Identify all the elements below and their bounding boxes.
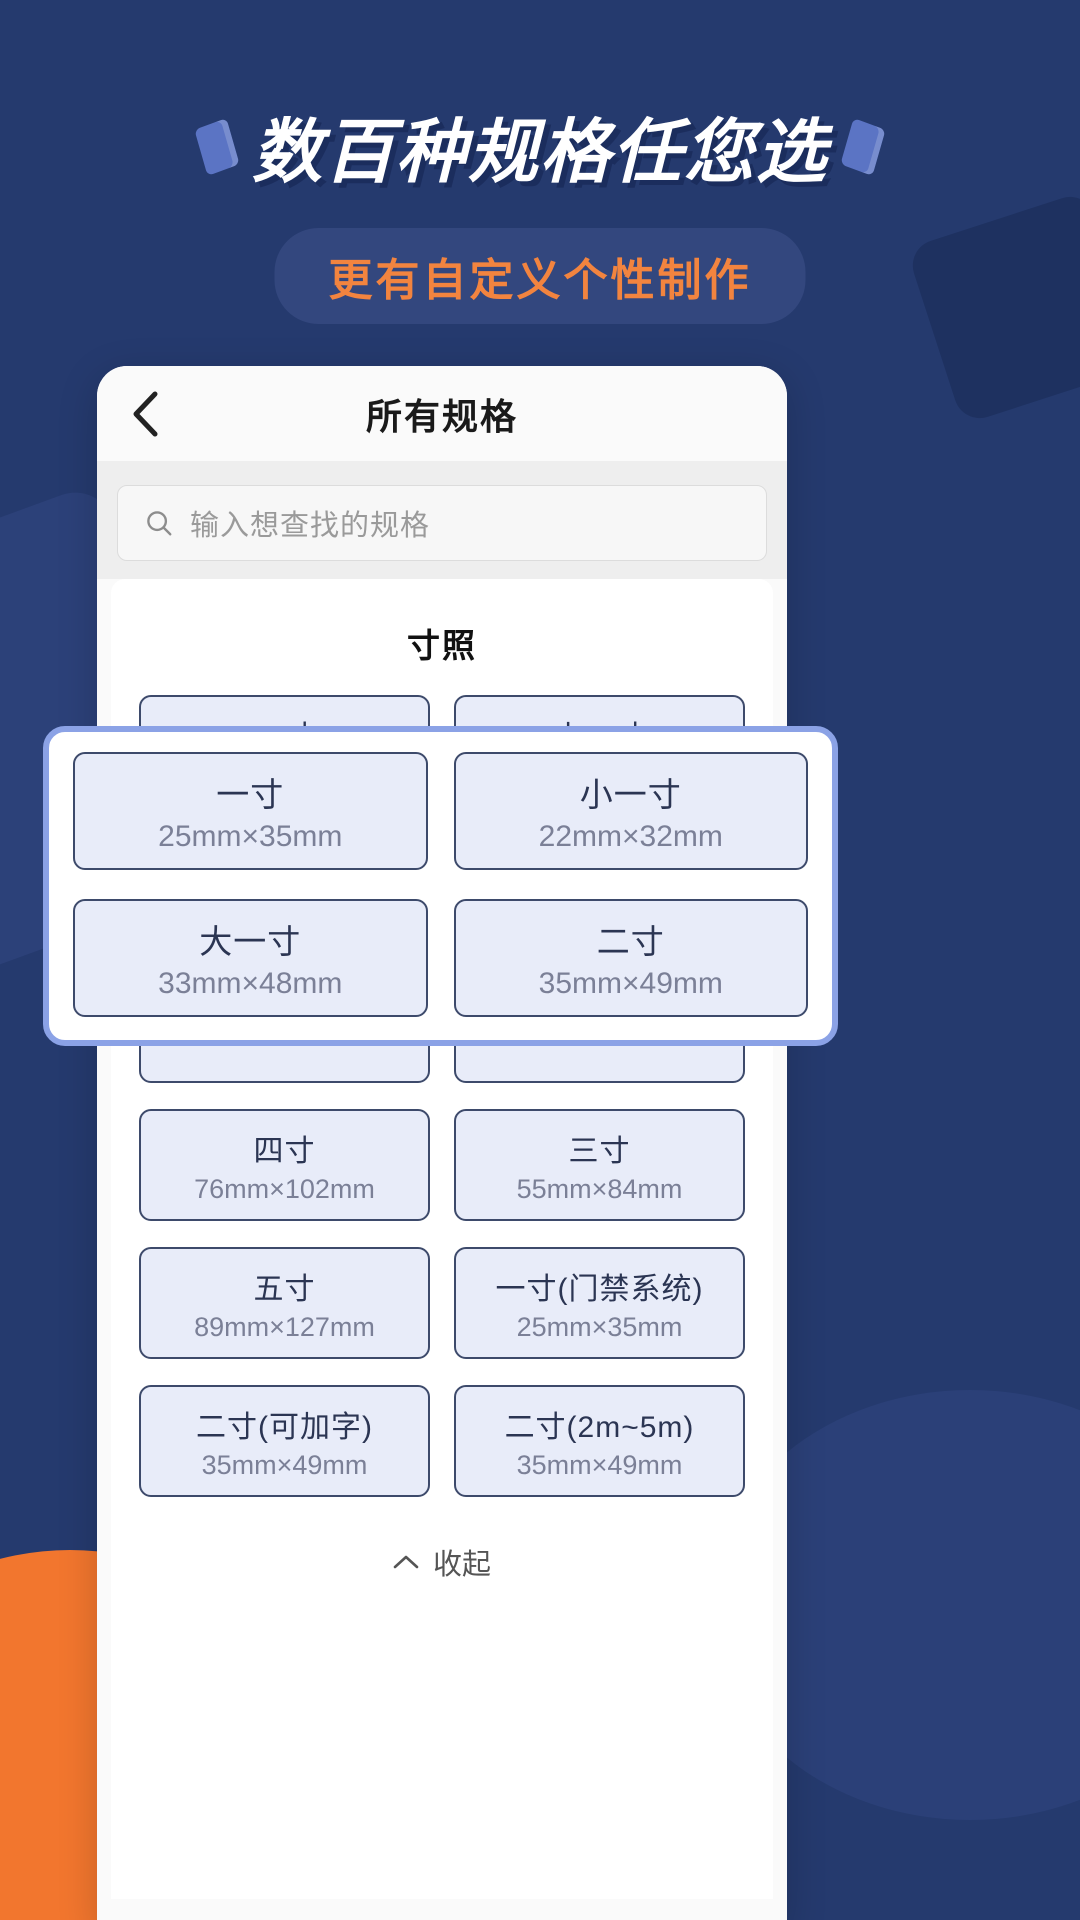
back-button[interactable]	[125, 391, 165, 436]
promo-headline-row: 数百种规格任您选	[0, 96, 1080, 197]
bg-shape-top-right	[906, 190, 1080, 425]
spec-name: 二寸(可加字)	[196, 1410, 373, 1444]
search-input[interactable]: 输入想查找的规格	[117, 485, 767, 561]
spec-name: 一寸(门禁系统)	[495, 1272, 704, 1306]
collapse-label: 收起	[432, 1549, 491, 1581]
spec-cell[interactable]: 三寸 55mm×84mm	[454, 1109, 745, 1221]
spec-size: 35mm×49mm	[516, 1449, 683, 1480]
highlight-spec-cell[interactable]: 一寸 25mm×35mm	[73, 752, 428, 870]
spec-size: 22mm×32mm	[538, 820, 723, 853]
spec-cell[interactable]: 二寸(2m~5m) 35mm×49mm	[454, 1385, 745, 1497]
spec-size: 76mm×102mm	[194, 1173, 375, 1204]
spec-size: 35mm×49mm	[538, 967, 723, 1000]
spec-name: 四寸	[253, 1134, 316, 1168]
search-placeholder: 输入想查找的规格	[190, 510, 431, 542]
highlight-spec-cell[interactable]: 二寸 35mm×49mm	[453, 899, 808, 1017]
spec-size: 33mm×48mm	[158, 967, 343, 1000]
chevron-up-icon	[393, 1555, 419, 1569]
spec-name: 小一寸	[579, 776, 682, 813]
spec-name: 三寸	[568, 1134, 631, 1168]
promo-subtitle: 更有自定义个性制作	[274, 228, 806, 324]
phone-screenshot: 所有规格 输入想查找的规格 寸照 一寸 25mm×35mm 小一寸 22mm×3…	[97, 366, 787, 1920]
spec-name: 二寸	[596, 923, 665, 960]
spec-cell[interactable]: 五寸 89mm×127mm	[139, 1247, 430, 1359]
spec-size: 89mm×127mm	[194, 1311, 375, 1342]
decorative-card-right-icon	[840, 117, 886, 176]
page-title: 所有规格	[365, 395, 518, 437]
highlight-callout: 一寸 25mm×35mm 小一寸 22mm×32mm 大一寸 33mm×48mm…	[43, 726, 838, 1046]
spec-cell[interactable]: 四寸 76mm×102mm	[139, 1109, 430, 1221]
highlight-spec-cell[interactable]: 大一寸 33mm×48mm	[73, 899, 428, 1017]
search-zone: 输入想查找的规格	[97, 461, 787, 579]
app-navbar: 所有规格	[97, 366, 787, 461]
spec-name: 二寸(2m~5m)	[504, 1410, 695, 1444]
spec-size: 25mm×35mm	[158, 820, 343, 853]
spec-name: 一寸	[216, 776, 285, 813]
collapse-button[interactable]: 收起	[111, 1507, 773, 1611]
chevron-left-icon	[133, 391, 158, 436]
highlight-spec-cell[interactable]: 小一寸 22mm×32mm	[453, 752, 808, 870]
spec-size: 55mm×84mm	[516, 1173, 683, 1204]
search-icon	[147, 511, 172, 536]
spec-name: 五寸	[253, 1272, 316, 1306]
promo-headline: 数百种规格任您选	[252, 113, 828, 191]
spec-size: 25mm×35mm	[516, 1311, 683, 1342]
spec-size: 35mm×49mm	[201, 1449, 368, 1480]
spec-cell[interactable]: 二寸(可加字) 35mm×49mm	[139, 1385, 430, 1497]
section-title: 寸照	[407, 627, 477, 664]
spec-cell[interactable]: 一寸(门禁系统) 25mm×35mm	[454, 1247, 745, 1359]
decorative-card-left-icon	[194, 117, 240, 176]
spec-name: 大一寸	[199, 923, 302, 960]
